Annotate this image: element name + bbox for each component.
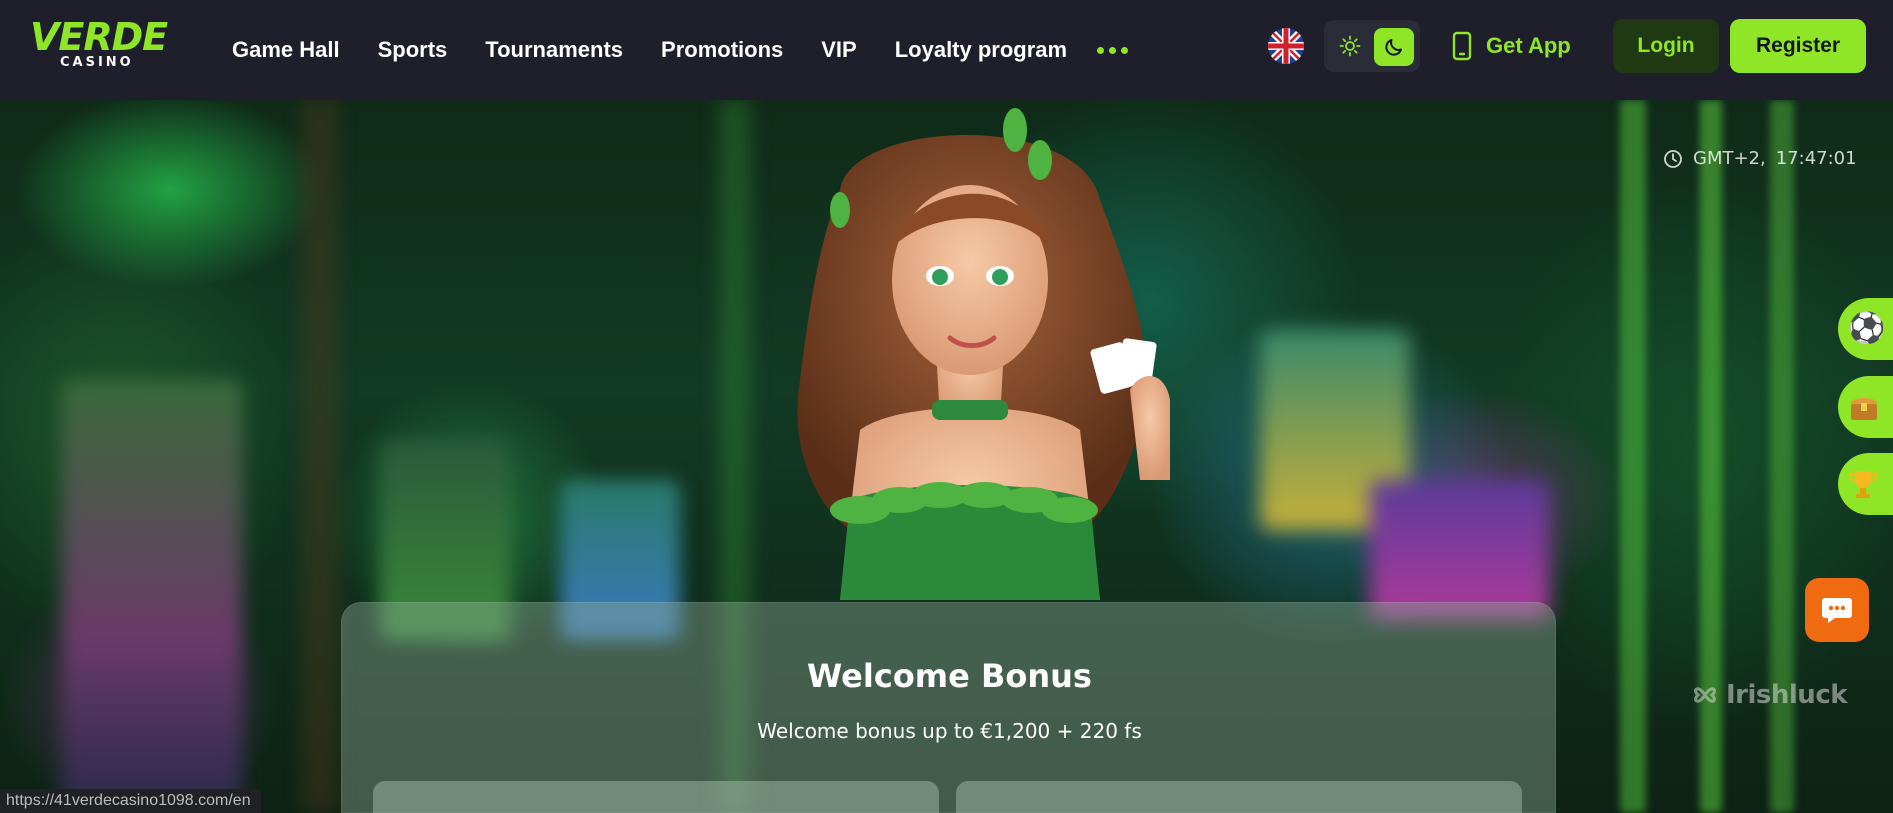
nav-tournaments[interactable]: Tournaments (485, 37, 623, 63)
live-chat-button[interactable] (1805, 578, 1869, 642)
sports-shortcut-button[interactable]: ⚽ (1838, 298, 1893, 360)
treasure-chest-icon (1851, 398, 1877, 420)
bonus-option-tile[interactable] (373, 781, 939, 813)
background-pillar (300, 100, 340, 813)
slot-machine-image (1370, 480, 1550, 620)
slot-machine-image (62, 380, 242, 810)
clover-icon (1694, 687, 1716, 703)
casino-hostess-illustration (797, 108, 1170, 600)
server-time: GMT+2, 17:47:01 (1663, 148, 1857, 169)
top-header: VERDE CASINO Game Hall Sports Tournament… (0, 0, 1893, 100)
smartphone-icon (1452, 31, 1472, 61)
sun-icon[interactable] (1336, 32, 1364, 60)
status-bar-url: https://41verdecasino1098.com/en (0, 789, 261, 813)
get-app-label: Get App (1486, 33, 1571, 58)
nav-game-hall[interactable]: Game Hall (232, 37, 340, 63)
hero-banner: GMT+2, 17:47:01 ⚽ Irishluck Welcome Bonu… (0, 100, 1893, 813)
more-menu-icon[interactable] (1097, 46, 1129, 54)
uk-flag-icon[interactable] (1268, 28, 1304, 64)
irishluck-watermark: Irishluck (1690, 680, 1848, 710)
chat-bubble-icon (1822, 598, 1852, 623)
moon-icon[interactable] (1374, 28, 1414, 66)
bonus-option-tile[interactable] (956, 781, 1522, 813)
login-button[interactable]: Login (1613, 19, 1719, 73)
get-app-button[interactable]: Get App (1452, 26, 1571, 66)
bonus-subtitle: Welcome bonus up to €1,200 + 220 fs (757, 719, 1142, 743)
time-value: 17:47:01 (1775, 148, 1857, 169)
nav-loyalty-program[interactable]: Loyalty program (895, 37, 1067, 63)
welcome-bonus-card: Welcome Bonus Welcome bonus up to €1,200… (341, 602, 1556, 813)
bonus-title: Welcome Bonus (807, 657, 1092, 695)
watermark-text: Irishluck (1726, 680, 1848, 710)
logo-wordmark: VERDE (30, 15, 168, 59)
soccer-ball-icon: ⚽ (1848, 312, 1886, 345)
theme-toggle (1324, 20, 1420, 72)
trophy-icon (1848, 471, 1878, 498)
verde-casino-logo[interactable]: VERDE CASINO (30, 18, 170, 74)
clock-icon (1664, 149, 1682, 168)
tournaments-shortcut-button[interactable] (1838, 453, 1893, 515)
rewards-shortcut-button[interactable] (1838, 376, 1893, 438)
nav-promotions[interactable]: Promotions (661, 37, 783, 63)
register-button[interactable]: Register (1730, 19, 1866, 73)
timezone-label: GMT+2, (1693, 148, 1766, 169)
background-pillar (1620, 100, 1646, 813)
nav-vip[interactable]: VIP (821, 37, 856, 63)
nav-sports[interactable]: Sports (378, 37, 448, 63)
main-nav: Game Hall Sports Tournaments Promotions … (232, 0, 1129, 100)
